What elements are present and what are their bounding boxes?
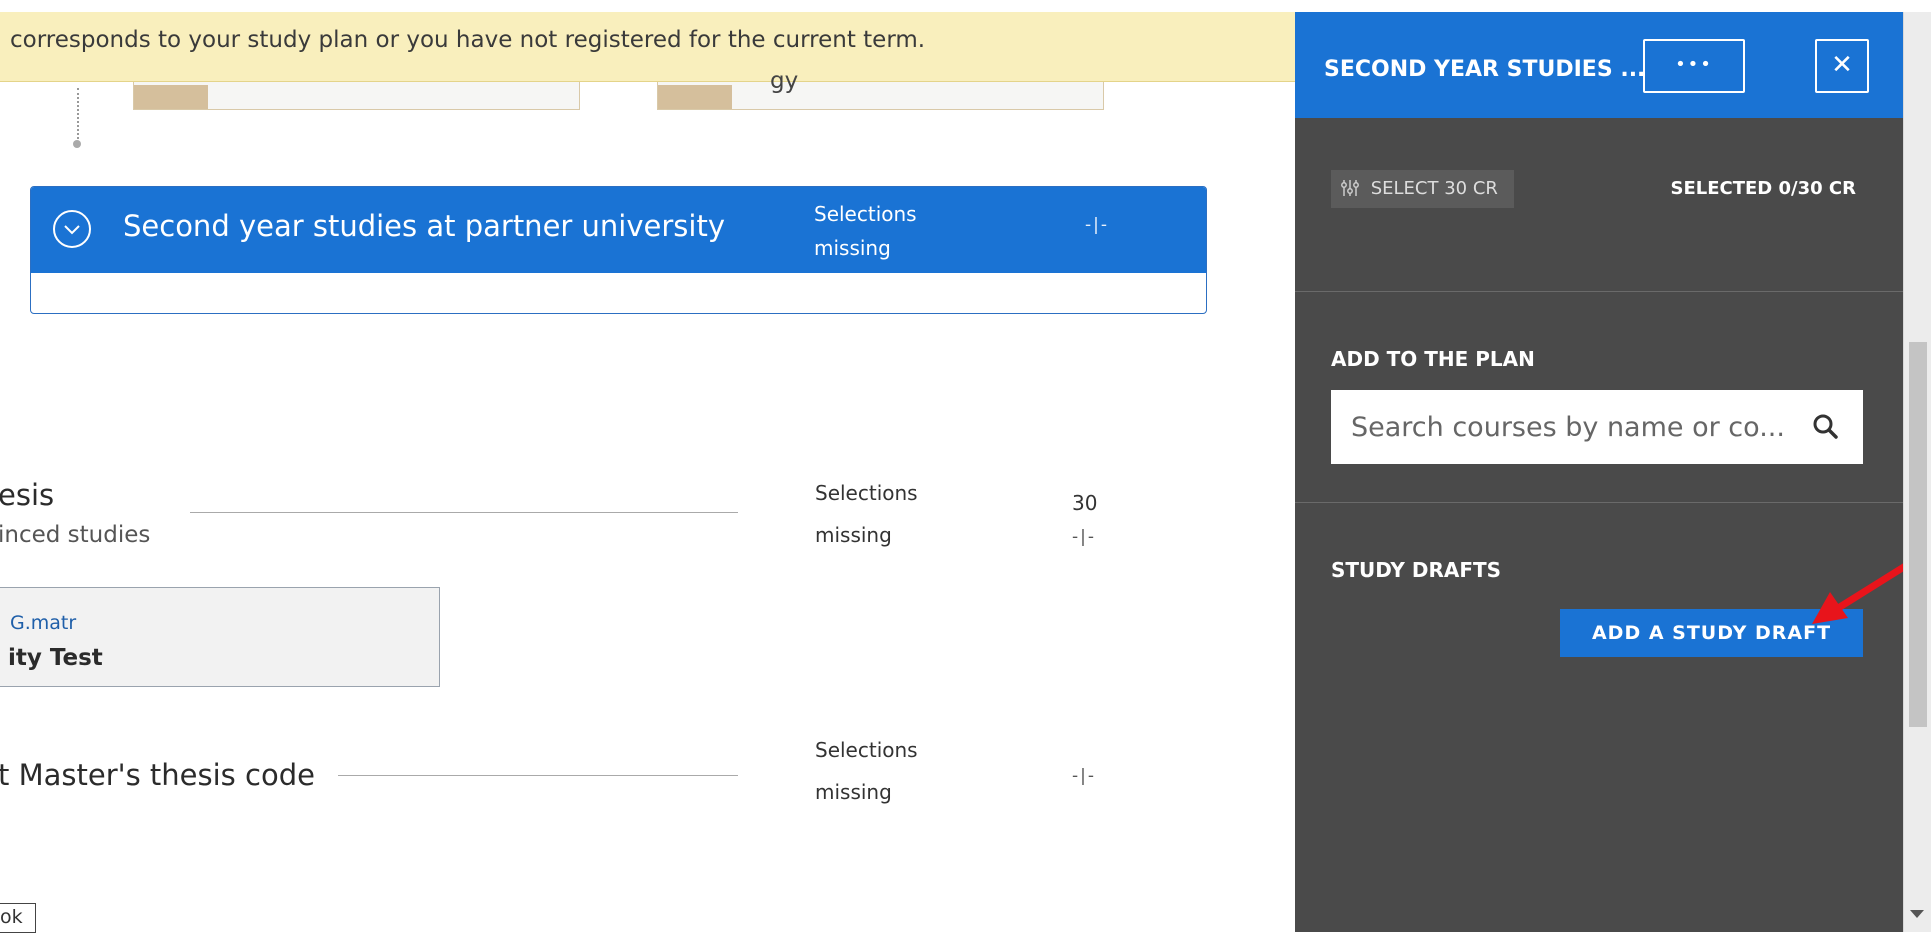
tree-connector-dot [73,140,81,148]
page-scrollbar[interactable] [1903,12,1931,932]
selected-credits-count: SELECTED 0/30 CR [1670,178,1856,199]
panel-divider [1295,502,1903,503]
row-divider-line [338,775,738,776]
panel-divider [1295,291,1903,292]
thesis-row-credit-status: -|- [1072,527,1096,547]
thesis-row-subtitle: inced studies [0,522,151,548]
card-progress-stripe [658,85,732,109]
course-search [1331,390,1863,464]
course-name: ity Test [8,645,103,671]
scrollbar-thumb[interactable] [1909,342,1927,727]
registration-warning-banner: corresponds to your study plan or you ha… [0,12,1295,82]
thesis-row-status: Selections missing [815,475,918,553]
status-line1: Selections [815,481,918,505]
course-card[interactable]: G.matr ity Test [0,587,440,687]
close-panel-button[interactable]: ✕ [1815,39,1869,93]
group-title: Second year studies at partner universit… [123,209,725,243]
close-icon: ✕ [1831,50,1853,80]
card-text-fragment: gy [770,68,799,94]
search-input[interactable] [1331,390,1791,464]
course-card-top-left[interactable] [133,82,580,110]
panel-header: SECOND YEAR STUDIES ... ••• ✕ [1295,12,1903,118]
partner-university-group: Second year studies at partner universit… [30,186,1207,314]
thesis-row-title[interactable]: esis [0,478,54,512]
scroll-down-arrow-icon[interactable] [1910,910,1924,918]
thesis-row-credits: 30 [1072,491,1098,515]
panel-title: SECOND YEAR STUDIES ... [1324,57,1646,82]
status-line2: missing [814,236,891,260]
thesis-code-row-credits: -|- [1072,766,1096,786]
course-code[interactable]: G.matr [10,612,76,634]
thesis-code-row-status: Selections missing [815,732,918,810]
chevron-down-icon[interactable] [53,210,91,248]
more-options-button[interactable]: ••• [1643,39,1745,93]
select-credits-label: SELECT 30 CR [1370,178,1498,199]
course-card-top-right[interactable]: gy [657,68,1104,110]
course-selection-panel: SECOND YEAR STUDIES ... ••• ✕ SELECT 30 … [1295,12,1903,932]
group-credits: -|- [1085,215,1109,235]
add-to-plan-label: ADD TO THE PLAN [1331,347,1535,371]
study-drafts-label: STUDY DRAFTS [1331,558,1502,582]
status-line1: Selections [815,738,918,762]
tree-connector-line [77,88,79,143]
card-progress-stripe [134,85,208,109]
banner-text: corresponds to your study plan or you ha… [10,27,926,53]
status-line2: missing [815,780,892,804]
group-header[interactable]: Second year studies at partner universit… [31,187,1206,273]
row-divider-line [190,512,738,513]
search-icon[interactable] [1811,412,1841,442]
thesis-code-row-title[interactable]: t Master's thesis code [0,758,315,792]
select-credits-filter[interactable]: SELECT 30 CR [1331,170,1514,208]
bottom-ok-button[interactable]: ok [0,903,36,933]
status-line1: Selections [814,202,917,226]
status-line2: missing [815,523,892,547]
more-icon: ••• [1675,54,1713,75]
group-status: Selections missing [814,197,917,265]
sliders-icon [1341,178,1365,199]
